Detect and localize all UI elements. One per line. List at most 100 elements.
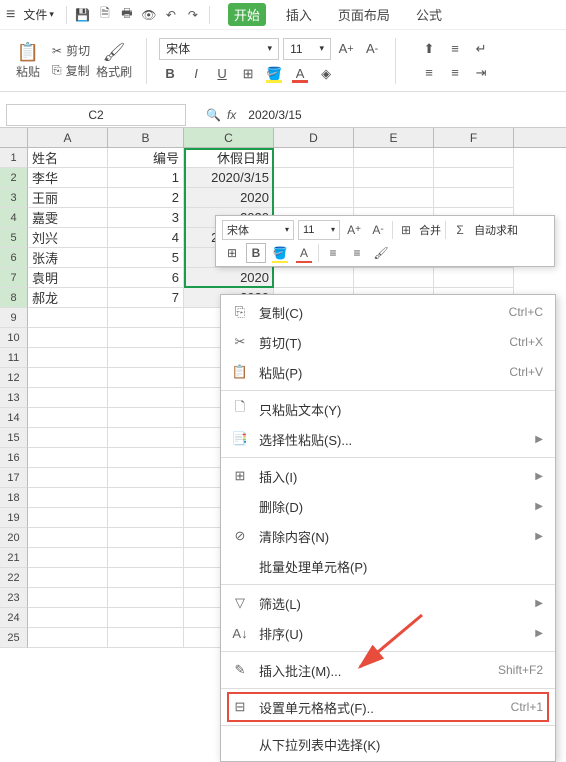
- row-header[interactable]: 16: [0, 448, 28, 468]
- row-header[interactable]: 2: [0, 168, 28, 188]
- cell[interactable]: [108, 608, 184, 628]
- print-icon[interactable]: 🖶: [117, 5, 137, 25]
- context-menu-item[interactable]: ✎ 插入批注(M)... Shift+F2: [221, 655, 555, 685]
- row-header[interactable]: 24: [0, 608, 28, 628]
- context-menu-item[interactable]: 📋 粘贴(P) Ctrl+V: [221, 357, 555, 387]
- font-size-select[interactable]: 11▾: [283, 38, 331, 60]
- cell[interactable]: [434, 148, 514, 168]
- cell[interactable]: 姓名: [28, 148, 108, 168]
- context-menu-item[interactable]: 批量处理单元格(P): [221, 551, 555, 581]
- cell[interactable]: [28, 468, 108, 488]
- context-menu-item[interactable]: ⎘ 复制(C) Ctrl+C: [221, 297, 555, 327]
- tab-insert[interactable]: 插入: [280, 3, 318, 26]
- context-menu-item[interactable]: 从下拉列表中选择(K): [221, 729, 555, 759]
- col-header-C[interactable]: C: [184, 128, 274, 147]
- cell[interactable]: [108, 508, 184, 528]
- cell[interactable]: 2020: [184, 268, 274, 288]
- cell[interactable]: [434, 188, 514, 208]
- mini-font-inc[interactable]: A+: [344, 220, 364, 240]
- cell[interactable]: 2: [108, 188, 184, 208]
- cell[interactable]: 6: [108, 268, 184, 288]
- cell[interactable]: [28, 408, 108, 428]
- cell[interactable]: [108, 368, 184, 388]
- col-header-D[interactable]: D: [274, 128, 354, 147]
- cell[interactable]: [28, 368, 108, 388]
- context-menu-item[interactable]: ▽ 筛选(L) ▶: [221, 588, 555, 618]
- cell[interactable]: [28, 508, 108, 528]
- cell[interactable]: [108, 588, 184, 608]
- col-header-F[interactable]: F: [434, 128, 514, 147]
- context-menu-item[interactable]: A↓ 排序(U) ▶: [221, 618, 555, 648]
- cell[interactable]: [108, 468, 184, 488]
- cell[interactable]: 李华: [28, 168, 108, 188]
- cell[interactable]: [108, 428, 184, 448]
- row-header[interactable]: 21: [0, 548, 28, 568]
- row-header[interactable]: 14: [0, 408, 28, 428]
- cell[interactable]: 1: [108, 168, 184, 188]
- cell[interactable]: [28, 428, 108, 448]
- mini-border[interactable]: ⊞: [222, 243, 242, 263]
- mini-font-select[interactable]: 宋体▾: [222, 220, 294, 240]
- mini-align-center[interactable]: ≡: [347, 243, 367, 263]
- cell[interactable]: [108, 328, 184, 348]
- cell[interactable]: [108, 548, 184, 568]
- row-header[interactable]: 4: [0, 208, 28, 228]
- cell[interactable]: 休假日期: [184, 148, 274, 168]
- mini-font-color[interactable]: A: [294, 243, 314, 263]
- font-decrease-button[interactable]: A-: [361, 39, 383, 59]
- cell[interactable]: [108, 528, 184, 548]
- tab-start[interactable]: 开始: [228, 3, 266, 26]
- cell[interactable]: [28, 628, 108, 648]
- select-all-corner[interactable]: [0, 128, 28, 147]
- underline-button[interactable]: U: [211, 64, 233, 84]
- cell[interactable]: [274, 188, 354, 208]
- row-header[interactable]: 19: [0, 508, 28, 528]
- cell[interactable]: [108, 408, 184, 428]
- format-painter-button[interactable]: 🖌 格式刷: [94, 38, 134, 84]
- row-header[interactable]: 1: [0, 148, 28, 168]
- cell[interactable]: [28, 328, 108, 348]
- align-middle-button[interactable]: ≡: [444, 39, 466, 59]
- cell[interactable]: [108, 388, 184, 408]
- cell[interactable]: [108, 628, 184, 648]
- italic-button[interactable]: I: [185, 64, 207, 84]
- redo-icon[interactable]: ↷: [183, 5, 203, 25]
- cell[interactable]: [28, 488, 108, 508]
- cell[interactable]: [274, 168, 354, 188]
- cell[interactable]: [274, 268, 354, 288]
- cell[interactable]: [28, 548, 108, 568]
- mini-align-left[interactable]: ≡: [323, 243, 343, 263]
- file-menu[interactable]: 文件 ▾: [23, 6, 54, 23]
- row-header[interactable]: 5: [0, 228, 28, 248]
- cell[interactable]: [28, 388, 108, 408]
- context-menu-item[interactable]: 删除(D) ▶: [221, 491, 555, 521]
- col-header-B[interactable]: B: [108, 128, 184, 147]
- mini-fill-color[interactable]: 🪣: [270, 243, 290, 263]
- align-left-button[interactable]: ≡: [418, 63, 440, 83]
- cell[interactable]: [108, 308, 184, 328]
- row-header[interactable]: 3: [0, 188, 28, 208]
- cell[interactable]: [354, 168, 434, 188]
- save-as-icon[interactable]: 🗎: [95, 5, 115, 25]
- cell[interactable]: [108, 348, 184, 368]
- col-header-A[interactable]: A: [28, 128, 108, 147]
- row-header[interactable]: 18: [0, 488, 28, 508]
- menu-icon[interactable]: ≡: [6, 6, 15, 24]
- mini-font-dec[interactable]: A-: [368, 220, 388, 240]
- row-header[interactable]: 6: [0, 248, 28, 268]
- row-header[interactable]: 17: [0, 468, 28, 488]
- mini-format-painter[interactable]: 🖌: [371, 243, 391, 263]
- wrap-button[interactable]: ↵: [470, 39, 492, 59]
- row-header[interactable]: 25: [0, 628, 28, 648]
- context-menu-item[interactable]: ✂ 剪切(T) Ctrl+X: [221, 327, 555, 357]
- copy-button[interactable]: ⎘复制: [52, 62, 90, 80]
- cell[interactable]: [354, 188, 434, 208]
- cell[interactable]: 郝龙: [28, 288, 108, 308]
- cell[interactable]: 刘兴: [28, 228, 108, 248]
- context-menu-item[interactable]: 📑 选择性粘贴(S)... ▶: [221, 424, 555, 454]
- col-header-E[interactable]: E: [354, 128, 434, 147]
- align-top-button[interactable]: ⬆: [418, 39, 440, 59]
- row-header[interactable]: 15: [0, 428, 28, 448]
- cell[interactable]: [354, 268, 434, 288]
- preview-icon[interactable]: 👁: [139, 5, 159, 25]
